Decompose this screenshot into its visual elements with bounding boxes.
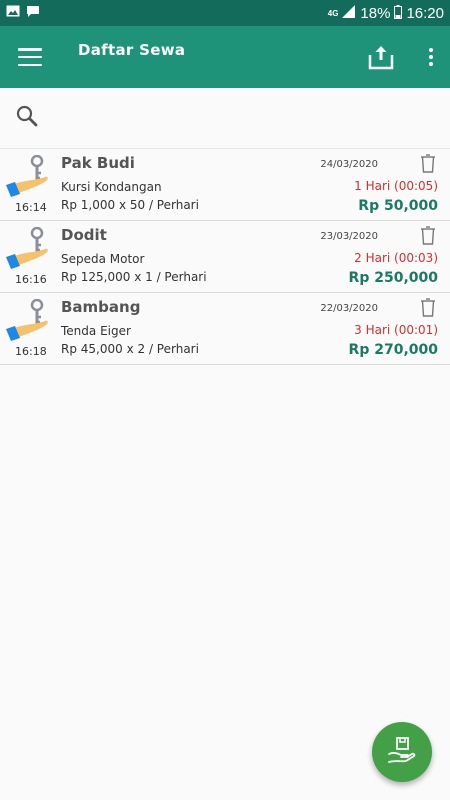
- hand-key-icon: [5, 226, 51, 277]
- hand-key-icon: [5, 154, 51, 205]
- search-icon[interactable]: [16, 105, 38, 131]
- rental-time: 16:14: [15, 201, 47, 214]
- rental-details: Pak Budi Kursi Kondangan Rp 1,000 x 50 /…: [58, 149, 450, 220]
- rental-duration: 2 Hari (00:03): [354, 251, 438, 265]
- rental-duration: 1 Hari (00:05): [354, 179, 438, 193]
- rental-icon-area: 16:14: [0, 149, 58, 220]
- rental-date: 22/03/2020: [320, 303, 378, 314]
- status-bar: 4G 18% 16:20: [0, 0, 450, 26]
- rental-icon-area: 16:16: [0, 221, 58, 292]
- share-icon[interactable]: [368, 44, 394, 70]
- battery-icon: [394, 4, 403, 22]
- rental-price: Rp 45,000 x 2 / Perhari: [61, 342, 199, 356]
- rental-item: Sepeda Motor: [61, 252, 145, 266]
- list-item[interactable]: 16:18 Bambang Tenda Eiger Rp 45,000 x 2 …: [0, 293, 450, 365]
- rental-total: Rp 250,000: [348, 270, 438, 286]
- rental-item: Kursi Kondangan: [61, 180, 162, 194]
- list-item[interactable]: 16:16 Dodit Sepeda Motor Rp 125,000 x 1 …: [0, 221, 450, 293]
- hand-box-icon: [387, 735, 417, 769]
- rental-price: Rp 1,000 x 50 / Perhari: [61, 198, 199, 212]
- menu-icon[interactable]: [18, 48, 42, 66]
- add-rental-button[interactable]: [372, 722, 432, 782]
- app-actions: [368, 44, 438, 70]
- rental-name: Bambang: [61, 298, 141, 316]
- rental-duration: 3 Hari (00:01): [354, 323, 438, 337]
- rental-time: 16:18: [15, 345, 47, 358]
- more-options-icon[interactable]: [424, 45, 438, 69]
- rental-icon-area: 16:18: [0, 293, 58, 364]
- rental-name: Dodit: [61, 226, 107, 244]
- status-right: 4G 18% 16:20: [327, 4, 444, 22]
- rental-time: 16:16: [15, 273, 47, 286]
- rental-details: Bambang Tenda Eiger Rp 45,000 x 2 / Perh…: [58, 293, 450, 364]
- gallery-icon: [6, 5, 20, 21]
- hand-key-icon: [5, 298, 51, 349]
- rental-details: Dodit Sepeda Motor Rp 125,000 x 1 / Perh…: [58, 221, 450, 292]
- rental-total: Rp 50,000: [358, 198, 438, 214]
- search-bar[interactable]: [0, 88, 450, 148]
- rental-name: Pak Budi: [61, 154, 135, 172]
- list-item[interactable]: 16:14 Pak Budi Kursi Kondangan Rp 1,000 …: [0, 149, 450, 221]
- page-title: Daftar Sewa: [78, 41, 186, 59]
- rental-total: Rp 270,000: [348, 342, 438, 358]
- trash-icon[interactable]: [420, 297, 436, 321]
- network-label: 4G: [327, 8, 339, 18]
- rental-date: 24/03/2020: [320, 159, 378, 170]
- rental-price: Rp 125,000 x 1 / Perhari: [61, 270, 207, 284]
- rental-list: 16:14 Pak Budi Kursi Kondangan Rp 1,000 …: [0, 148, 450, 365]
- trash-icon[interactable]: [420, 225, 436, 249]
- rental-item: Tenda Eiger: [61, 324, 131, 338]
- rental-date: 23/03/2020: [320, 231, 378, 242]
- signal-icon: [342, 5, 356, 21]
- battery-percent: 18%: [360, 4, 391, 22]
- app-bar: Daftar Sewa: [0, 26, 450, 88]
- status-time: 16:20: [406, 4, 444, 22]
- message-icon: [26, 5, 40, 22]
- trash-icon[interactable]: [420, 153, 436, 177]
- status-left: [6, 5, 40, 22]
